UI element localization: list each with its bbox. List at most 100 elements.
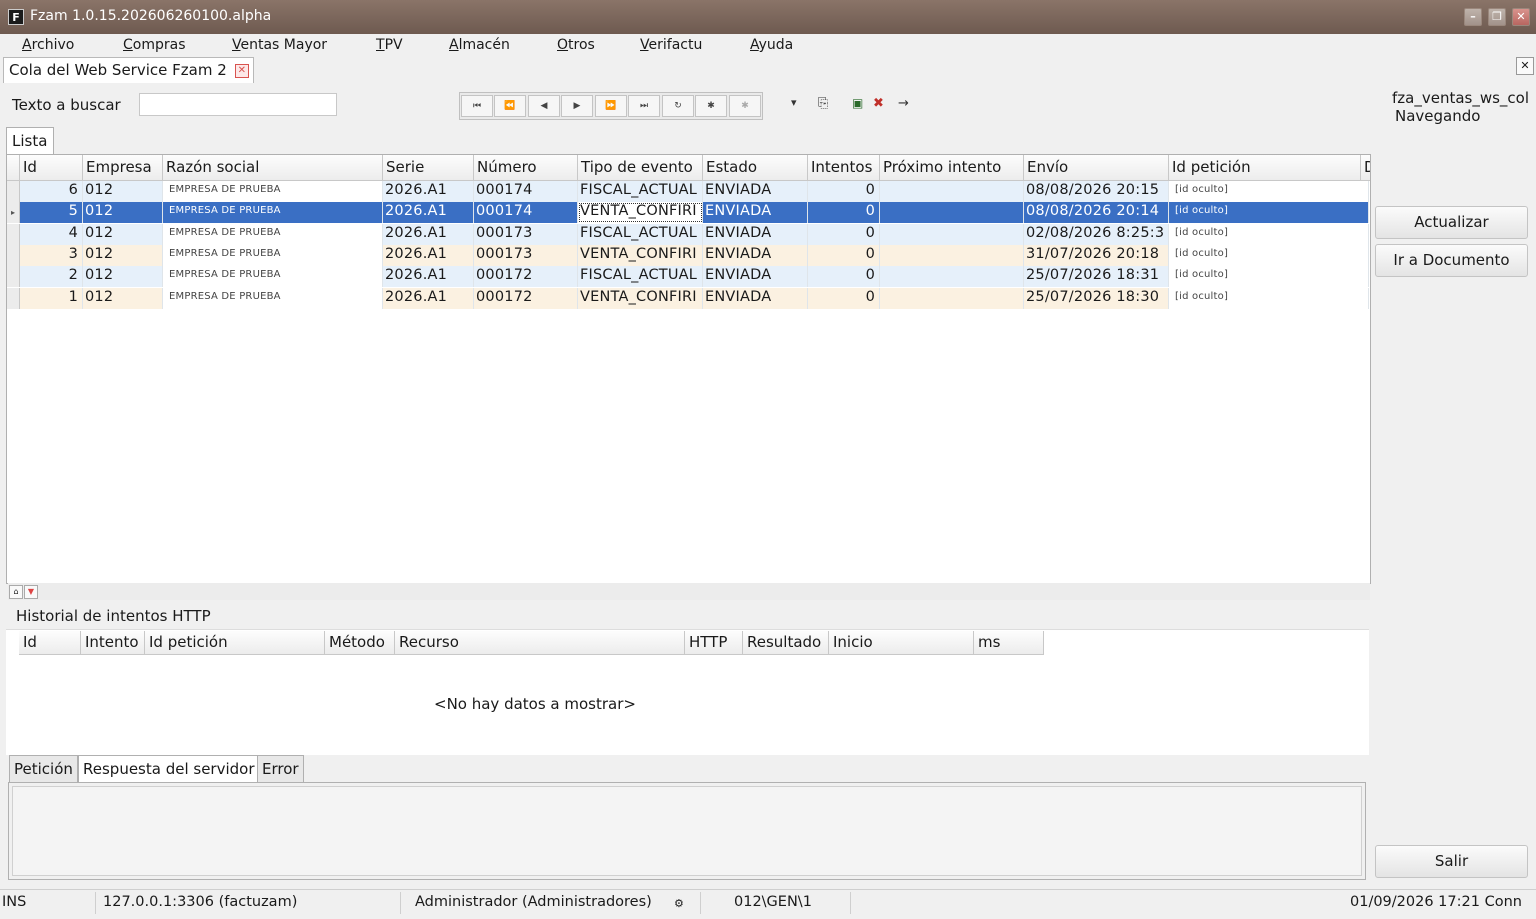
col-d[interactable]: D [1361,155,1370,181]
cell-envio[interactable]: 08/08/2026 20:15 [1024,181,1169,202]
next-record-icon[interactable]: ▶ [561,95,593,117]
first-record-icon[interactable]: ⏮ [461,95,493,117]
cell-tipo-evento[interactable]: VENTA_CONFIRI [578,287,703,309]
cell-id-peticion[interactable]: [id oculto] [1169,181,1369,202]
cell-proximo-intento[interactable] [880,266,1024,288]
menu-ventas-mayor[interactable]: Ventas Mayor [232,37,327,53]
cell-razon-social[interactable]: EMPRESA DE PRUEBA [163,181,383,202]
cell-serie[interactable]: 2026.A1 [383,287,474,309]
table-row[interactable]: 3 012 EMPRESA DE PRUEBA 2026.A1 000173 VENTA_… [7,244,1369,266]
cell-serie[interactable]: 2026.A1 [383,202,474,224]
cell-empresa[interactable]: 012 [83,223,163,245]
cell-razon-social[interactable]: EMPRESA DE PRUEBA [163,244,383,266]
cell-numero[interactable]: 000174 [474,181,578,202]
arrow-right-icon[interactable]: → [898,96,909,111]
menu-otros[interactable]: Otros [557,37,595,53]
cell-empresa[interactable]: 012 [83,244,163,266]
refresh-button[interactable]: Actualizar [1375,206,1528,239]
cell-empresa[interactable]: 012 [83,266,163,288]
cell-id[interactable]: 5 [20,202,83,224]
cell-estado[interactable]: ENVIADA [703,223,808,245]
cell-razon-social[interactable]: EMPRESA DE PRUEBA [163,266,383,288]
cell-tipo-evento[interactable]: VENTA_CONFIRI [578,244,703,266]
cell-id-peticion[interactable]: [id oculto] [1169,244,1369,266]
delete-layout-icon[interactable]: ✖ [873,96,884,111]
menu-compras[interactable]: Compras [123,37,186,53]
cell-id[interactable]: 6 [20,181,83,202]
row-indicator[interactable] [7,287,20,309]
cell-proximo-intento[interactable] [880,202,1024,224]
table-row[interactable]: 1 012 EMPRESA DE PRUEBA 2026.A1 000172 VENTA_… [7,287,1369,309]
cell-razon-social[interactable]: EMPRESA DE PRUEBA [163,202,383,224]
cell-serie[interactable]: 2026.A1 [383,223,474,245]
bookmark-icon[interactable]: ✱ [695,95,727,117]
cell-intentos[interactable]: 0 [808,202,880,224]
col-razon-social[interactable]: Razón social [163,155,383,181]
hist-col-recurso[interactable]: Recurso [395,631,685,655]
cell-id[interactable]: 2 [20,266,83,288]
table-row[interactable]: 2 012 EMPRESA DE PRUEBA 2026.A1 000172 FISCAL… [7,266,1369,288]
response-text-area[interactable] [12,786,1362,876]
cell-empresa[interactable]: 012 [83,287,163,309]
cell-estado[interactable]: ENVIADA [703,202,808,224]
clear-bookmark-icon[interactable]: ✱ [729,95,761,117]
search-input[interactable] [139,93,337,116]
cell-intentos[interactable]: 0 [808,181,880,202]
tab-peticion[interactable]: Petición [9,755,78,782]
table-row[interactable]: 4 012 EMPRESA DE PRUEBA 2026.A1 000173 FISCAL… [7,223,1369,245]
tab-lista[interactable]: Lista [6,127,55,154]
hist-col-http[interactable]: HTTP [685,631,743,655]
row-indicator[interactable] [7,223,20,245]
cell-envio[interactable]: 25/07/2026 18:30 [1024,287,1169,309]
cell-empresa[interactable]: 012 [83,202,163,224]
cell-id-peticion[interactable]: [id oculto] [1169,202,1369,224]
cell-proximo-intento[interactable] [880,287,1024,309]
cell-numero[interactable]: 000173 [474,244,578,266]
prev-record-icon[interactable]: ◀ [528,95,560,117]
col-proximo-intento[interactable]: Próximo intento [880,155,1024,181]
hist-col-id[interactable]: Id [19,631,81,655]
tab-close-icon[interactable]: ✕ [234,64,249,78]
col-id[interactable]: Id [20,155,83,181]
menu-tpv[interactable]: TPV [376,37,403,53]
cell-numero[interactable]: 000174 [474,202,578,224]
cell-intentos[interactable]: 0 [808,244,880,266]
table-row[interactable]: 6 012 EMPRESA DE PRUEBA 2026.A1 000174 FISCAL… [7,181,1369,202]
go-to-document-button[interactable]: Ir a Documento [1375,244,1528,277]
cell-estado[interactable]: ENVIADA [703,287,808,309]
cell-proximo-intento[interactable] [880,223,1024,245]
close-document-icon[interactable]: ✕ [1516,57,1534,75]
col-serie[interactable]: Serie [383,155,474,181]
col-id-peticion[interactable]: Id petición [1169,155,1361,181]
cell-estado[interactable]: ENVIADA [703,181,808,202]
cell-estado[interactable]: ENVIADA [703,244,808,266]
refresh-icon[interactable]: ↻ [662,95,694,117]
col-tipo-evento[interactable]: Tipo de evento [578,155,703,181]
cell-serie[interactable]: 2026.A1 [383,244,474,266]
cell-serie[interactable]: 2026.A1 [383,181,474,202]
cell-id[interactable]: 4 [20,223,83,245]
cell-estado[interactable]: ENVIADA [703,266,808,288]
cell-numero[interactable]: 000172 [474,287,578,309]
minimize-button[interactable]: – [1464,8,1482,26]
col-estado[interactable]: Estado [703,155,808,181]
hist-col-metodo[interactable]: Método [325,631,395,655]
hist-col-id-peticion[interactable]: Id petición [145,631,325,655]
row-indicator[interactable]: ▸ [7,202,20,224]
tab-respuesta-servidor[interactable]: Respuesta del servidor [78,755,260,782]
cell-envio[interactable]: 02/08/2026 8:25:3 [1024,223,1169,245]
cell-intentos[interactable]: 0 [808,223,880,245]
save-layout-icon[interactable]: ▣ [852,96,863,110]
cell-envio[interactable]: 08/08/2026 20:14 [1024,202,1169,224]
cell-tipo-evento[interactable]: FISCAL_ACTUAL [578,181,703,202]
col-envio[interactable]: Envío [1024,155,1169,181]
cell-id-peticion[interactable]: [id oculto] [1169,287,1369,309]
close-window-button[interactable]: ✕ [1512,8,1530,26]
cell-envio[interactable]: 31/07/2026 20:18 [1024,244,1169,266]
hist-col-inicio[interactable]: Inicio [829,631,974,655]
cell-numero[interactable]: 000173 [474,223,578,245]
table-row[interactable]: ▸ 5 012 EMPRESA DE PRUEBA 2026.A1 000174 VENTA… [7,202,1369,224]
filter-icon[interactable]: ▼ [24,585,38,599]
menu-ayuda[interactable]: Ayuda [750,37,793,53]
cell-razon-social[interactable]: EMPRESA DE PRUEBA [163,223,383,245]
